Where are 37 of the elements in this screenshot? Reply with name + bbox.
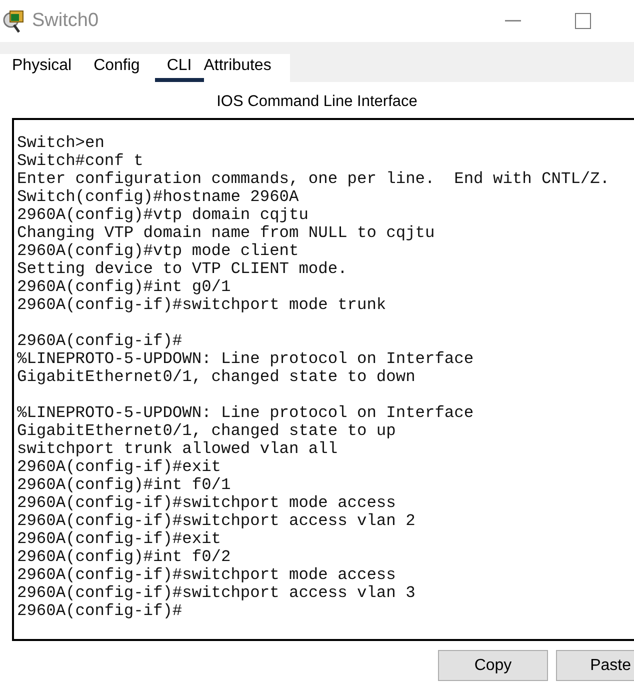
tab[interactable]: CLI [154,54,204,82]
console-line: Switch>en [17,134,104,152]
console-line: 2960A(config-if)#exit [17,530,221,548]
switch-icon [2,8,26,34]
console-line: GigabitEthernet0/1, changed state to up [17,422,396,440]
tab[interactable]: Physical [12,54,72,82]
console-line: 2960A(config)#int g0/1 [17,278,231,296]
paste-button[interactable]: Paste [556,650,634,681]
minimize-icon[interactable] [505,20,521,22]
tab[interactable]: Config [94,54,140,82]
terminal-console[interactable] [12,118,634,641]
window-title: Switch0 [32,10,100,32]
console-line: Switch#conf t [17,152,144,170]
console-line: 2960A(config)#vtp domain cqjtu [17,206,308,224]
console-line: Changing VTP domain name from NULL to cqjtu [17,224,435,242]
console-line: Enter configuration commands, one per line. End with CNTL/Z. [17,170,610,188]
console-line: GigabitEthernet0/1, changed state to down [17,368,416,386]
maximize-icon[interactable] [575,13,591,29]
console-line: 2960A(config)#int f0/2 [17,548,231,566]
console-line: 2960A(config)#int f0/1 [17,476,231,494]
console-line: 2960A(config-if)#switchport access vlan 2 [17,512,416,530]
console-line: 2960A(config-if)#switchport access vlan 3 [17,584,416,602]
console-line: 2960A(config-if)#switchport mode access [17,566,396,584]
panel-title: IOS Command Line Interface [216,93,418,110]
console-line: switchport trunk allowed vlan all [17,440,338,458]
console-line: 2960A(config-if)# [17,602,182,620]
copy-button[interactable]: Copy [438,650,548,681]
console-line: 2960A(config)#vtp mode client [17,242,299,260]
console-line: 2960A(config-if)#switchport mode access [17,494,396,512]
console-line: 2960A(config-if)#switchport mode trunk [17,296,386,314]
console-line: %LINEPROTO-5-UPDOWN: Line protocol on Interface [17,404,474,422]
console-line: 2960A(config-if)#exit [17,458,221,476]
console-line: Setting device to VTP CLIENT mode. [17,260,348,278]
console-line: 2960A(config-if)# [17,332,182,350]
tab[interactable]: Attributes [204,54,272,82]
console-line: %LINEPROTO-5-UPDOWN: Line protocol on Interface [17,350,474,368]
console-line: Switch(config)#hostname 2960A [17,188,299,206]
